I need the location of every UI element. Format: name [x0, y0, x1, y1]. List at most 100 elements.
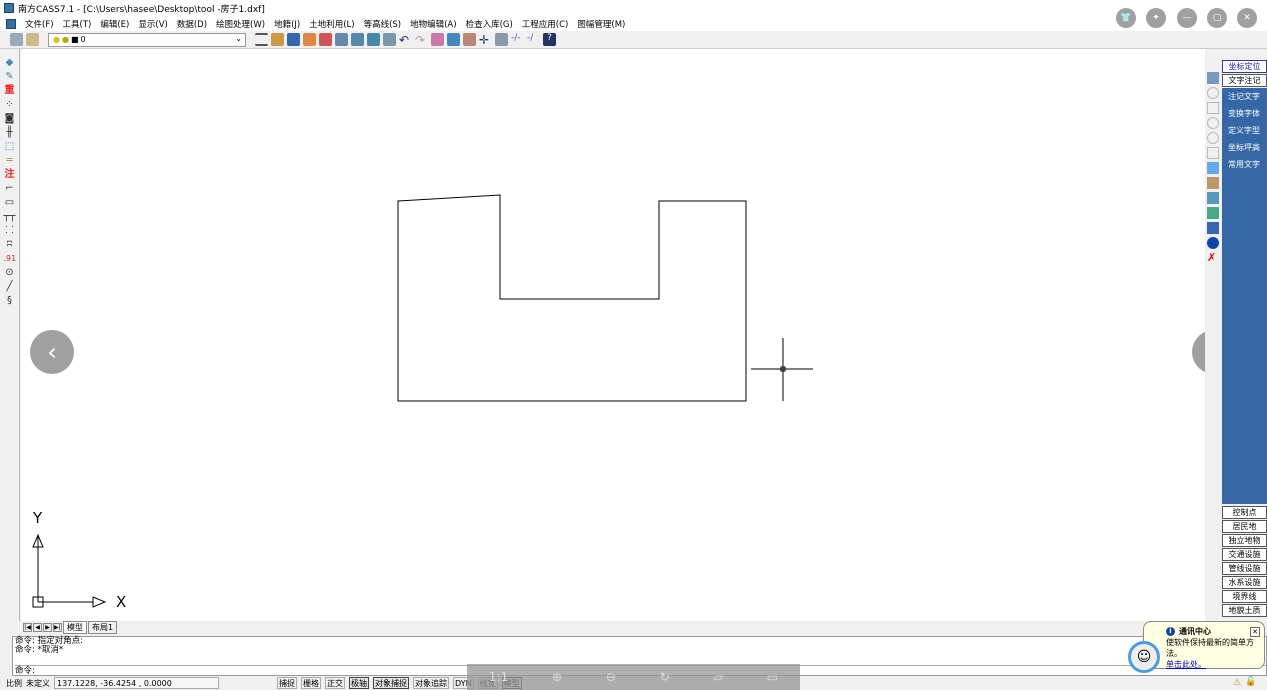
menu-file[interactable]: 文件(F) — [25, 18, 54, 30]
link-icon[interactable] — [1207, 192, 1219, 204]
doc-icon[interactable] — [6, 18, 16, 29]
menu-engineering[interactable]: 工程应用(C) — [522, 18, 569, 30]
linetype-icon[interactable] — [255, 33, 268, 46]
zoom-in-icon[interactable] — [1207, 132, 1219, 144]
zoom-all-icon[interactable] — [367, 33, 380, 46]
refresh-icon[interactable] — [1207, 147, 1219, 159]
rotate-icon[interactable]: ↻ — [660, 670, 670, 684]
toggle-polar[interactable]: 极轴 — [349, 677, 369, 689]
redo-icon[interactable]: ↷ — [415, 33, 428, 47]
next-tab-icon[interactable]: ▶ — [43, 622, 52, 632]
circle-point-icon[interactable]: ⊙ — [4, 267, 16, 279]
menu-cadastre[interactable]: 地籍(J) — [274, 18, 300, 30]
line-icon[interactable]: ╱ — [4, 281, 16, 293]
close-icon[interactable]: ✕ — [1250, 626, 1260, 637]
delete-icon[interactable]: ✗ — [1207, 252, 1219, 264]
table-icon[interactable] — [447, 33, 460, 46]
properties-icon[interactable] — [431, 33, 444, 46]
draw-icon[interactable] — [1207, 177, 1219, 189]
prev-arrow-icon[interactable]: ‹ — [30, 330, 74, 374]
zoom-previous-icon[interactable] — [383, 33, 396, 46]
survey-icon[interactable]: ◆ — [4, 57, 16, 69]
ruler-icon[interactable]: ═ — [4, 155, 16, 167]
layer-select[interactable]: ● ● ■ 0 ⌄ — [48, 32, 246, 47]
rectangle-icon[interactable]: ▭ — [4, 197, 16, 209]
category-control-point[interactable]: 控制点 — [1222, 506, 1267, 519]
elevation-button[interactable]: .91 — [4, 253, 17, 265]
pin-icon[interactable]: ✦ — [1146, 8, 1166, 28]
save-icon[interactable] — [287, 33, 300, 46]
table-icon[interactable] — [1207, 222, 1219, 234]
grid-icon[interactable]: ⁘ — [4, 99, 16, 111]
snap-icon[interactable] — [495, 33, 508, 46]
extend-icon[interactable]: -/ — [527, 33, 540, 46]
menu-tools[interactable]: 工具(T) — [63, 18, 92, 30]
fence-icon[interactable]: ┬┬ — [4, 211, 16, 223]
zoom-window-icon[interactable] — [335, 33, 348, 46]
annotate-button[interactable]: 注 — [4, 169, 16, 181]
layer-prev-icon[interactable] — [26, 33, 39, 46]
category-pipeline[interactable]: 管线设施 — [1222, 562, 1267, 575]
menu-contour[interactable]: 等高线(S) — [364, 18, 402, 30]
zoom-out-icon[interactable]: ⊖ — [606, 670, 616, 684]
pan-icon[interactable] — [319, 33, 332, 46]
panel-item-annotate-text[interactable]: 注记文字 — [1222, 88, 1267, 105]
last-tab-icon[interactable]: ▶| — [53, 622, 62, 632]
menu-landuse[interactable]: 土地利用(L) — [309, 18, 354, 30]
save-as-icon[interactable]: ▭ — [767, 670, 778, 684]
toggle-ortho[interactable]: 正交 — [325, 677, 345, 689]
select-icon[interactable]: ⬚ — [4, 141, 16, 153]
undo-icon[interactable]: ↶ — [399, 33, 412, 47]
category-transport[interactable]: 交通设施 — [1222, 548, 1267, 561]
category-water[interactable]: 水系设施 — [1222, 576, 1267, 589]
layers-icon[interactable] — [1207, 72, 1219, 84]
coord-locate-button[interactable]: 坐标定位 — [1222, 60, 1267, 73]
zoom-prev-icon[interactable] — [1207, 117, 1219, 129]
menu-check[interactable]: 检查入库(G) — [466, 18, 513, 30]
category-boundary[interactable]: 境界线 — [1222, 590, 1267, 603]
menu-view[interactable]: 显示(V) — [138, 18, 167, 30]
layers-icon[interactable] — [10, 33, 23, 46]
menu-feature-edit[interactable]: 地物编辑(A) — [410, 18, 456, 30]
prev-tab-icon[interactable]: ◀ — [33, 622, 42, 632]
zoom-in-icon[interactable]: ⊕ — [552, 670, 562, 684]
skin-icon[interactable]: 👕 — [1116, 8, 1136, 28]
zoom-window-icon[interactable] — [1207, 102, 1219, 114]
drawing-canvas[interactable]: Y X ‹ › — [21, 49, 1236, 621]
actual-size-button[interactable]: 1:1 — [489, 670, 508, 684]
text-annotation-button[interactable]: 文字注记 — [1222, 74, 1267, 87]
category-terrain[interactable]: 地貌土质 — [1222, 604, 1267, 617]
minimize-icon[interactable]: — — [1177, 8, 1197, 28]
toggle-osnap[interactable]: 对象捕捉 — [373, 677, 409, 689]
category-residential[interactable]: 居民地 — [1222, 520, 1267, 533]
zoom-icon[interactable] — [1207, 87, 1219, 99]
restore-icon[interactable]: ▢ — [1207, 8, 1227, 28]
grass-icon[interactable]: ⸬ — [4, 225, 16, 237]
toggle-otrack[interactable]: 对象追踪 — [413, 677, 449, 689]
camera-icon[interactable]: ◙ — [4, 113, 16, 125]
panel-item-common-text[interactable]: 常用文字 — [1222, 156, 1267, 173]
move-icon[interactable]: ✛ — [479, 33, 492, 47]
panel-item-define-font[interactable]: 定义字型 — [1222, 122, 1267, 139]
pencil-icon[interactable] — [303, 33, 316, 46]
edit-point-icon[interactable]: ✎ — [4, 71, 16, 83]
tab-model[interactable]: 模型 — [63, 620, 87, 634]
warning-icon[interactable]: ⚠ — [1233, 678, 1241, 688]
menu-edit[interactable]: 编辑(E) — [100, 18, 129, 30]
notification-link[interactable]: 单击此处。 — [1166, 659, 1260, 670]
info-icon[interactable] — [1207, 237, 1219, 249]
wave-icon[interactable]: § — [4, 295, 16, 307]
help-icon[interactable]: ? — [543, 33, 556, 46]
rail-icon[interactable]: ╫ — [4, 127, 16, 139]
zoom-in-icon[interactable] — [351, 33, 364, 46]
step-icon[interactable]: ⌐ — [4, 183, 16, 195]
category-independent-feature[interactable]: 独立地物 — [1222, 534, 1267, 547]
panel-item-change-font[interactable]: 变换字体 — [1222, 105, 1267, 122]
lock-icon[interactable]: 🔓 — [1245, 677, 1256, 687]
open-icon[interactable] — [271, 33, 284, 46]
crop-icon[interactable]: ▱ — [714, 670, 723, 684]
points-icon[interactable] — [1207, 162, 1219, 174]
query-icon[interactable] — [1207, 207, 1219, 219]
close-icon[interactable]: ✕ — [1237, 8, 1257, 28]
redraw-button[interactable]: 重 — [4, 85, 16, 97]
